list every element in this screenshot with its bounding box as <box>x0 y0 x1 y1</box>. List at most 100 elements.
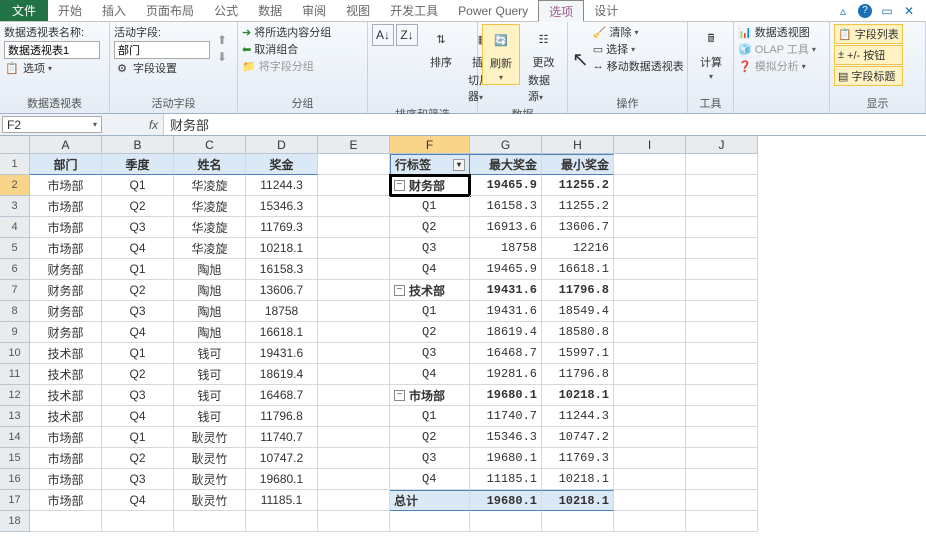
cell[interactable] <box>686 196 758 217</box>
cell[interactable] <box>470 511 542 532</box>
cell-quarter[interactable]: Q4 <box>102 490 174 511</box>
pivot-value-header[interactable]: 最小奖金 <box>542 154 614 175</box>
cell[interactable] <box>542 511 614 532</box>
cell[interactable] <box>614 217 686 238</box>
pivot-value[interactable]: 13606.7 <box>542 217 614 238</box>
cell[interactable] <box>390 511 470 532</box>
cell-quarter[interactable]: Q2 <box>102 196 174 217</box>
cell-dept[interactable]: 市场部 <box>30 469 102 490</box>
menu-tab-开始[interactable]: 开始 <box>48 0 92 21</box>
cell[interactable] <box>686 217 758 238</box>
cell-quarter[interactable]: Q1 <box>102 343 174 364</box>
cell[interactable] <box>614 322 686 343</box>
fx-icon[interactable]: fx <box>144 114 164 135</box>
pivot-value[interactable]: 16468.7 <box>470 343 542 364</box>
menu-tab-设计[interactable]: 设计 <box>584 0 628 21</box>
pivot-subtotal-row[interactable]: −财务部 <box>390 175 470 196</box>
cell[interactable] <box>686 511 758 532</box>
cell[interactable] <box>686 385 758 406</box>
row-header[interactable]: 16 <box>0 469 30 490</box>
cell-quarter[interactable]: Q3 <box>102 301 174 322</box>
sort-desc-icon[interactable]: Z↓ <box>396 24 418 46</box>
pivot-options-button[interactable]: 📋选项▾ <box>4 60 100 76</box>
pivot-value[interactable]: 11740.7 <box>470 406 542 427</box>
menu-tab-公式[interactable]: 公式 <box>204 0 248 21</box>
change-source-button[interactable]: ☷ 更改 数据源▾ <box>524 24 563 106</box>
pivot-value[interactable]: 15997.1 <box>542 343 614 364</box>
pivot-value[interactable]: 10218.1 <box>542 469 614 490</box>
row-header[interactable]: 7 <box>0 280 30 301</box>
cell-quarter[interactable]: Q2 <box>102 364 174 385</box>
cell-bonus[interactable]: 11244.3 <box>246 175 318 196</box>
cell-bonus[interactable]: 10218.1 <box>246 238 318 259</box>
cell[interactable] <box>614 238 686 259</box>
cell[interactable] <box>686 259 758 280</box>
cell-quarter[interactable]: Q4 <box>102 406 174 427</box>
pivot-subtotal-row[interactable]: −技术部 <box>390 280 470 301</box>
pivot-value[interactable]: 19680.1 <box>470 385 542 406</box>
col-header-E[interactable]: E <box>318 136 390 154</box>
pivot-value[interactable]: 12216 <box>542 238 614 259</box>
file-menu[interactable]: 文件 <box>0 0 48 21</box>
cell-quarter[interactable]: Q4 <box>102 322 174 343</box>
pivot-detail-row[interactable]: Q2 <box>390 322 470 343</box>
pivot-detail-row[interactable]: Q4 <box>390 469 470 490</box>
pivot-value[interactable]: 16618.1 <box>542 259 614 280</box>
cell-name[interactable]: 陶旭 <box>174 322 246 343</box>
cell-name[interactable]: 华凌旋 <box>174 175 246 196</box>
pivot-value[interactable]: 18580.8 <box>542 322 614 343</box>
cell-bonus[interactable]: 11769.3 <box>246 217 318 238</box>
cell-dept[interactable]: 市场部 <box>30 238 102 259</box>
ungroup-button[interactable]: ⬅取消组合 <box>242 41 331 57</box>
cell[interactable] <box>318 469 390 490</box>
col-header-G[interactable]: G <box>470 136 542 154</box>
pivot-value[interactable]: 19465.9 <box>470 259 542 280</box>
cell[interactable] <box>614 427 686 448</box>
window-min-icon[interactable]: ▭ <box>880 4 894 18</box>
row-header[interactable]: 13 <box>0 406 30 427</box>
row-header[interactable]: 14 <box>0 427 30 448</box>
pivot-value[interactable]: 10747.2 <box>542 427 614 448</box>
pivotchart-button[interactable]: 📊数据透视图 <box>738 24 816 40</box>
cell-bonus[interactable]: 11796.8 <box>246 406 318 427</box>
select-all-corner[interactable] <box>0 136 30 154</box>
row-header[interactable]: 15 <box>0 448 30 469</box>
cell[interactable] <box>318 238 390 259</box>
cell[interactable] <box>686 448 758 469</box>
cell-bonus[interactable] <box>246 511 318 532</box>
table-header[interactable]: 奖金 <box>246 154 318 175</box>
cell-dept[interactable]: 市场部 <box>30 196 102 217</box>
cell-bonus[interactable]: 16468.7 <box>246 385 318 406</box>
sort-button[interactable]: ⇅ 排序 <box>422 24 460 72</box>
select-button[interactable]: ▭选择▾ <box>593 41 684 57</box>
collapse-icon[interactable]: − <box>394 285 405 296</box>
pivot-value[interactable]: 15346.3 <box>470 427 542 448</box>
cell-name[interactable]: 耿灵竹 <box>174 490 246 511</box>
pivot-value[interactable]: 18549.4 <box>542 301 614 322</box>
pivot-value[interactable]: 11185.1 <box>470 469 542 490</box>
cell[interactable] <box>318 364 390 385</box>
row-header[interactable]: 2 <box>0 175 30 196</box>
pivot-value[interactable]: 16158.3 <box>470 196 542 217</box>
cell-name[interactable] <box>174 511 246 532</box>
cell-bonus[interactable]: 11740.7 <box>246 427 318 448</box>
menu-tab-审阅[interactable]: 审阅 <box>292 0 336 21</box>
cell[interactable] <box>318 175 390 196</box>
cell-bonus[interactable]: 11185.1 <box>246 490 318 511</box>
row-header[interactable]: 17 <box>0 490 30 511</box>
cell-dept[interactable]: 财务部 <box>30 259 102 280</box>
pivot-value[interactable]: 16913.6 <box>470 217 542 238</box>
cell[interactable] <box>318 448 390 469</box>
menu-tab-Power Query[interactable]: Power Query <box>448 0 538 21</box>
field-settings-button[interactable]: ⚙字段设置 <box>114 60 210 76</box>
col-header-D[interactable]: D <box>246 136 318 154</box>
fieldlist-button[interactable]: 📋字段列表 <box>834 24 903 44</box>
help-icon[interactable]: ? <box>858 4 872 18</box>
cell[interactable] <box>318 154 390 175</box>
cell-bonus[interactable]: 18619.4 <box>246 364 318 385</box>
cell-name[interactable]: 耿灵竹 <box>174 469 246 490</box>
pivot-value[interactable]: 19431.6 <box>470 301 542 322</box>
cell-dept[interactable]: 技术部 <box>30 406 102 427</box>
row-header[interactable]: 3 <box>0 196 30 217</box>
cell[interactable] <box>318 427 390 448</box>
